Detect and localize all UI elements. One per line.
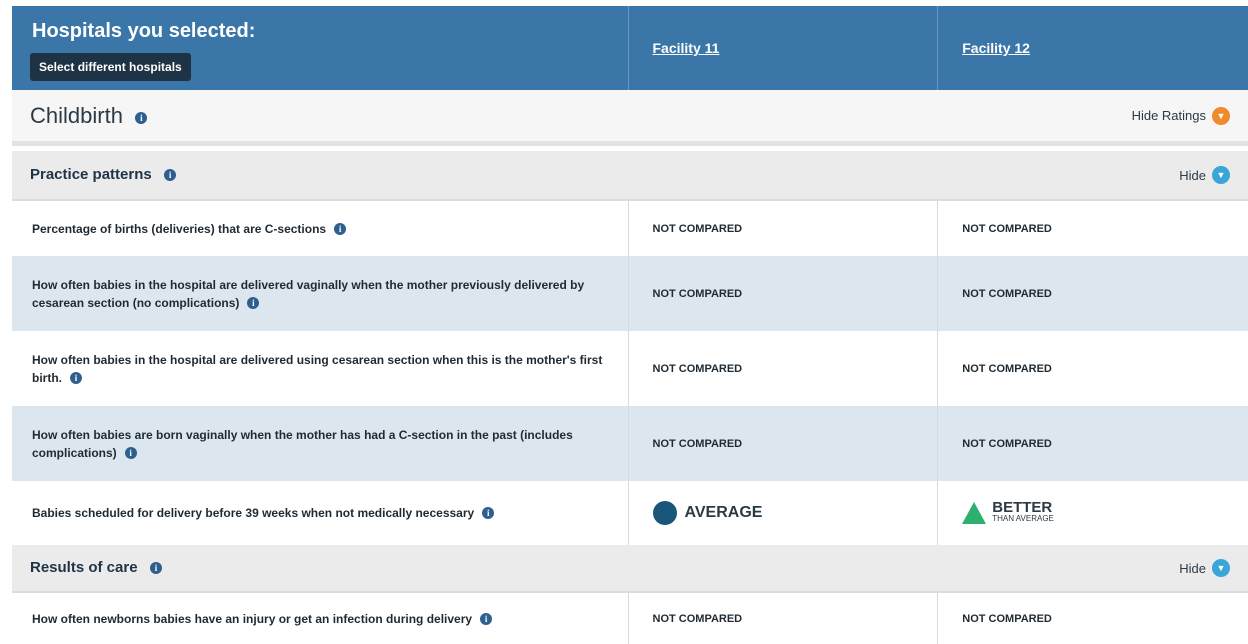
facility-12-value: NOT COMPARED — [962, 362, 1052, 375]
facility-11-value: NOT COMPARED — [629, 406, 939, 481]
measure-label: How often newborns babies have an injury… — [12, 593, 629, 644]
page-title: Hospitals you selected: — [32, 20, 256, 42]
info-icon[interactable]: i — [334, 222, 347, 235]
better-rating: BETTER THAN AVERAGE — [962, 499, 1054, 524]
facility-11-value: NOT COMPARED — [629, 256, 939, 331]
measure-label-content: How often babies are born vaginally when… — [32, 427, 573, 460]
childbirth-title-wrap: Childbirth i — [30, 102, 148, 129]
practice-patterns-title-wrap: Practice patterns i — [30, 166, 177, 184]
facility-11-link[interactable]: Facility 11 — [653, 40, 720, 56]
info-icon[interactable]: i — [164, 168, 177, 181]
chevron-down-icon[interactable]: ▼ — [1212, 106, 1230, 125]
facility-12-column: Facility 12 — [938, 6, 1248, 90]
hide-ratings-label: Hide Ratings — [1131, 108, 1206, 123]
facility-11-value: NOT COMPARED — [629, 201, 939, 256]
measure-label-text: Babies scheduled for delivery before 39 … — [32, 506, 475, 520]
facility-12-value: NOT COMPARED — [962, 612, 1052, 625]
measure-label: How often babies are born vaginally when… — [12, 406, 629, 481]
measure-label-content: How often babies in the hospital are del… — [32, 352, 603, 385]
measure-label-text: Percentage of births (deliveries) that a… — [32, 221, 327, 236]
better-triangle-icon — [962, 502, 987, 524]
measure-label-text: How often babies are born vaginally when… — [32, 426, 608, 462]
results-of-care-header: Results of care i Hide ▼ — [12, 545, 1248, 593]
hide-label: Hide — [1179, 167, 1206, 183]
facility-12-value: NOT COMPARED — [962, 287, 1052, 300]
measure-label: How often babies in the hospital are del… — [12, 256, 629, 331]
page: Hospitals you selected: Select different… — [0, 0, 1248, 644]
table-row: How often newborns babies have an injury… — [12, 593, 1248, 644]
info-icon[interactable]: i — [150, 561, 162, 574]
average-label: AVERAGE — [684, 504, 763, 521]
measure-label-content: How often babies in the hospital are del… — [32, 277, 585, 310]
measure-label: Babies scheduled for delivery before 39 … — [12, 481, 629, 545]
childbirth-section-header: Childbirth i Hide Ratings ▼ — [12, 90, 1248, 146]
facility-12-value: NOT COMPARED — [962, 222, 1052, 235]
results-of-care-hide-toggle[interactable]: Hide ▼ — [1179, 559, 1230, 577]
average-rating: AVERAGE — [652, 501, 763, 525]
facility-11-value: NOT COMPARED — [629, 593, 939, 644]
chevron-down-icon[interactable]: ▼ — [1212, 166, 1230, 184]
results-of-care-title-wrap: Results of care i — [30, 559, 162, 577]
better-text: BETTER THAN AVERAGE — [992, 499, 1054, 524]
table-row: How often babies are born vaginally when… — [12, 406, 1248, 481]
results-of-care-title: Results of care — [30, 559, 138, 576]
chevron-down-icon[interactable]: ▼ — [1212, 559, 1230, 577]
header-left: Hospitals you selected: Select different… — [12, 6, 629, 90]
info-icon[interactable]: i — [480, 612, 493, 625]
practice-patterns-header: Practice patterns i Hide ▼ — [12, 151, 1248, 201]
facility-12-value: NOT COMPARED — [962, 437, 1052, 450]
facility-12-link[interactable]: Facility 12 — [962, 40, 1030, 56]
select-different-hospitals-button[interactable]: Select different hospitals — [30, 53, 191, 81]
childbirth-title: Childbirth — [30, 102, 123, 128]
table-row: How often babies in the hospital are del… — [12, 256, 1248, 331]
info-icon[interactable]: i — [124, 447, 137, 460]
facility-11-value: AVERAGE — [629, 481, 939, 545]
facility-11-value: NOT COMPARED — [629, 331, 939, 406]
table-row: Babies scheduled for delivery before 39 … — [12, 481, 1248, 545]
info-icon[interactable]: i — [135, 112, 148, 125]
table-row: Percentage of births (deliveries) that a… — [12, 201, 1248, 256]
measure-label-text: How often babies in the hospital are del… — [32, 276, 608, 312]
average-circle-icon — [652, 501, 677, 525]
facility-12-value: BETTER THAN AVERAGE — [938, 481, 1248, 545]
better-label: BETTER — [992, 499, 1053, 516]
info-icon[interactable]: i — [482, 507, 495, 519]
hide-label: Hide — [1179, 560, 1206, 576]
info-icon[interactable]: i — [247, 297, 260, 310]
measure-label: How often babies in the hospital are del… — [12, 331, 629, 406]
better-sublabel: THAN AVERAGE — [992, 514, 1054, 523]
header: Hospitals you selected: Select different… — [12, 6, 1248, 90]
facility-11-column: Facility 11 — [629, 6, 939, 90]
measure-label-text: How often babies in the hospital are del… — [32, 351, 608, 387]
table-row: How often babies in the hospital are del… — [12, 331, 1248, 406]
info-icon[interactable]: i — [70, 372, 82, 385]
measure-label: Percentage of births (deliveries) that a… — [12, 201, 629, 256]
practice-patterns-hide-toggle[interactable]: Hide ▼ — [1179, 166, 1230, 184]
measure-label-text: How often newborns babies have an injury… — [32, 611, 473, 626]
hide-ratings-toggle[interactable]: Hide Ratings ▼ — [1131, 106, 1230, 125]
practice-patterns-title: Practice patterns — [30, 166, 152, 183]
